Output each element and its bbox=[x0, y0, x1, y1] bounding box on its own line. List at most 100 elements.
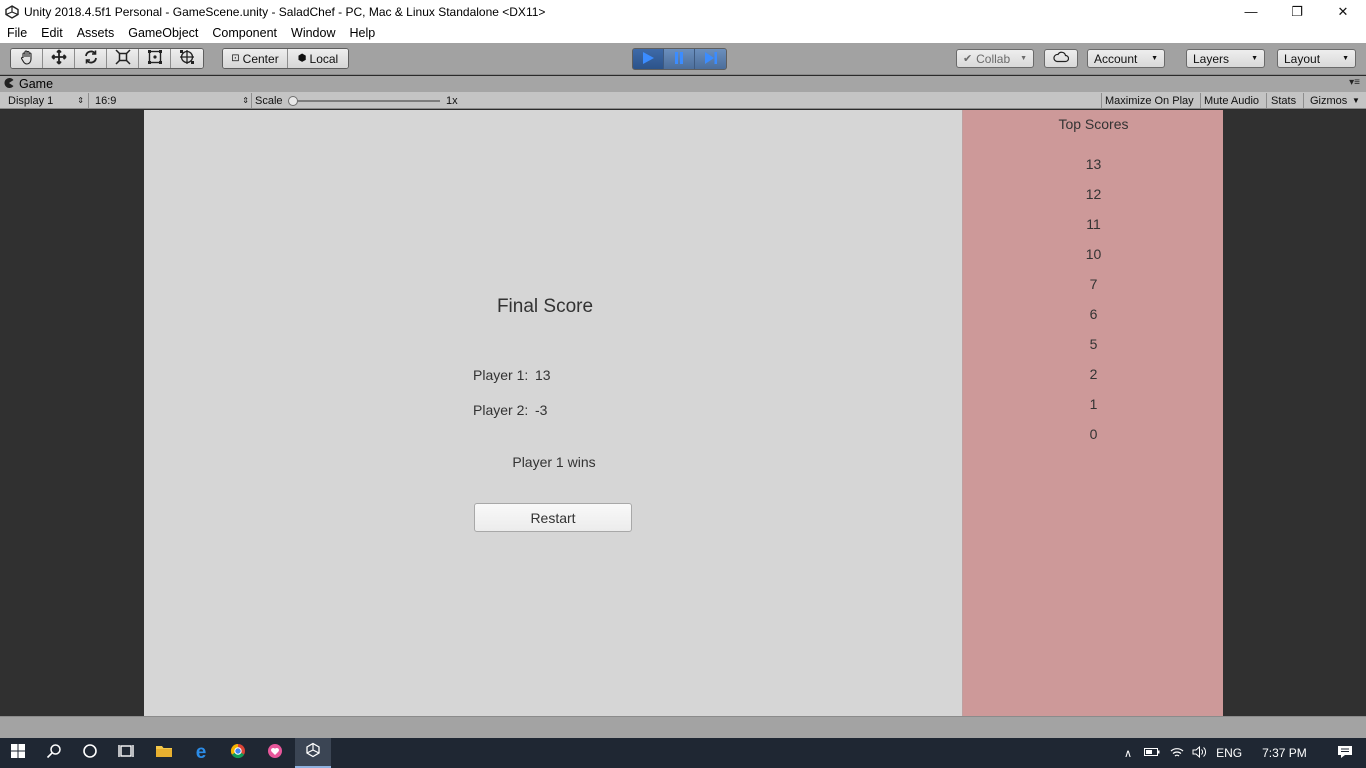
menu-bar: File Edit Assets GameObject Component Wi… bbox=[0, 23, 1366, 43]
collab-dropdown[interactable]: ✔ Collab ▼ bbox=[956, 49, 1034, 68]
file-explorer-button[interactable] bbox=[146, 738, 182, 768]
menu-component[interactable]: Component bbox=[205, 23, 284, 43]
combined-transform-icon bbox=[179, 49, 195, 68]
close-button[interactable]: ✕ bbox=[1320, 0, 1366, 23]
scale-slider-handle[interactable] bbox=[288, 96, 298, 106]
scale-slider-track[interactable] bbox=[292, 100, 440, 102]
player2-score: -3 bbox=[535, 402, 548, 418]
updown-arrows-icon: ⇕ bbox=[77, 96, 84, 105]
edge-browser-button[interactable]: e bbox=[183, 738, 219, 768]
maximize-on-play-toggle[interactable]: Maximize On Play bbox=[1105, 92, 1194, 109]
cortana-button[interactable] bbox=[72, 738, 108, 768]
gizmos-caret-icon[interactable]: ▼ bbox=[1352, 92, 1360, 109]
caret-down-icon: ▼ bbox=[1251, 55, 1258, 62]
final-score-title: Final Score bbox=[496, 296, 594, 317]
menu-file[interactable]: File bbox=[0, 23, 34, 43]
scale-icon bbox=[114, 49, 131, 68]
aspect-label: 16:9 bbox=[95, 94, 117, 107]
folder-icon bbox=[155, 743, 173, 764]
pause-button[interactable] bbox=[664, 49, 695, 69]
score-item: 0 bbox=[1089, 426, 1098, 442]
battery-icon[interactable] bbox=[1144, 746, 1160, 760]
game-controller-icon bbox=[4, 77, 14, 91]
score-item: 11 bbox=[1086, 216, 1101, 232]
menu-help[interactable]: Help bbox=[342, 23, 382, 43]
updown-arrows-icon: ⇕ bbox=[242, 96, 249, 105]
menu-window[interactable]: Window bbox=[284, 23, 342, 43]
cloud-button[interactable] bbox=[1044, 49, 1078, 68]
status-bar bbox=[0, 716, 1366, 738]
windows-taskbar: e ∧ ENG 7:37 PM bbox=[0, 738, 1366, 768]
menu-assets[interactable]: Assets bbox=[70, 23, 122, 43]
panel-menu-icon[interactable]: ▾≡ bbox=[1349, 77, 1360, 88]
volume-icon[interactable] bbox=[1192, 745, 1207, 761]
score-item: 7 bbox=[1089, 276, 1098, 292]
score-item: 13 bbox=[1085, 156, 1102, 172]
top-scores-list: 13 12 11 10 7 6 5 2 1 0 bbox=[963, 156, 1224, 456]
score-item: 10 bbox=[1085, 246, 1102, 262]
app-heart-button[interactable] bbox=[257, 738, 293, 768]
game-tab-bar: Game ▾≡ bbox=[0, 76, 1366, 92]
pivot-icon: ⊡ bbox=[231, 53, 240, 64]
scale-tool-button[interactable] bbox=[107, 49, 139, 68]
move-tool-button[interactable] bbox=[43, 49, 75, 68]
play-button[interactable] bbox=[633, 49, 664, 69]
scale-label: Scale bbox=[255, 94, 283, 107]
step-button[interactable] bbox=[695, 49, 726, 69]
display-dropdown[interactable]: Display 1 ⇕ bbox=[8, 92, 84, 109]
score-item: 5 bbox=[1089, 336, 1098, 352]
playback-controls bbox=[632, 48, 727, 70]
layout-dropdown[interactable]: Layout ▼ bbox=[1277, 49, 1356, 68]
system-tray: ∧ ENG 7:37 PM bbox=[1124, 738, 1353, 768]
top-scores-title: Top Scores bbox=[1058, 116, 1129, 132]
restart-button[interactable]: Restart bbox=[474, 503, 632, 532]
hand-tool-button[interactable] bbox=[11, 49, 43, 68]
minimize-button[interactable]: — bbox=[1228, 0, 1274, 23]
cloud-icon bbox=[1053, 51, 1070, 66]
chevron-up-icon[interactable]: ∧ bbox=[1124, 747, 1132, 760]
transform-tool-button[interactable] bbox=[171, 49, 203, 68]
score-item: 6 bbox=[1089, 306, 1098, 322]
tab-game-label: Game bbox=[19, 77, 54, 91]
account-dropdown[interactable]: Account ▼ bbox=[1087, 49, 1165, 68]
gizmos-toggle[interactable]: Gizmos bbox=[1310, 92, 1347, 109]
menu-gameobject[interactable]: GameObject bbox=[121, 23, 205, 43]
edge-icon: e bbox=[195, 742, 207, 763]
restore-button[interactable]: ❐ bbox=[1274, 0, 1320, 23]
scale-value: 1x bbox=[446, 94, 458, 107]
stats-toggle[interactable]: Stats bbox=[1271, 92, 1296, 109]
layers-dropdown[interactable]: Layers ▼ bbox=[1186, 49, 1265, 68]
rotate-tool-button[interactable] bbox=[75, 49, 107, 68]
score-item: 1 bbox=[1089, 396, 1098, 412]
caret-down-icon: ▼ bbox=[1020, 55, 1027, 62]
transform-tools bbox=[10, 48, 204, 69]
clock[interactable]: 7:37 PM bbox=[1262, 746, 1307, 760]
score-item: 12 bbox=[1085, 186, 1102, 202]
collab-label: Collab bbox=[976, 51, 1011, 66]
account-label: Account bbox=[1094, 51, 1138, 66]
rect-tool-button[interactable] bbox=[139, 49, 171, 68]
menu-edit[interactable]: Edit bbox=[34, 23, 70, 43]
search-button[interactable] bbox=[36, 738, 72, 768]
aspect-dropdown[interactable]: 16:9 ⇕ bbox=[95, 92, 249, 109]
chrome-button[interactable] bbox=[220, 738, 256, 768]
task-view-button[interactable] bbox=[108, 738, 144, 768]
step-icon bbox=[704, 51, 718, 68]
space-local-button[interactable]: ⬢ Local bbox=[288, 49, 348, 68]
caret-down-icon: ▼ bbox=[1151, 55, 1158, 62]
tab-game[interactable]: Game bbox=[4, 76, 53, 92]
start-button[interactable] bbox=[0, 738, 36, 768]
notification-icon[interactable] bbox=[1337, 745, 1353, 762]
player1-label: Player 1: bbox=[473, 367, 529, 383]
language-indicator[interactable]: ENG bbox=[1216, 746, 1242, 760]
final-score-panel: Final Score Player 1: 13 Player 2: -3 Pl… bbox=[144, 110, 962, 716]
play-icon bbox=[641, 51, 655, 68]
top-scores-panel: Top Scores 13 12 11 10 7 6 5 2 1 0 bbox=[962, 110, 1223, 716]
caret-down-icon: ▼ bbox=[1342, 55, 1349, 62]
mute-audio-toggle[interactable]: Mute Audio bbox=[1204, 92, 1259, 109]
unity-taskbar-button[interactable] bbox=[295, 738, 331, 768]
wifi-icon[interactable] bbox=[1170, 746, 1184, 761]
player2-label: Player 2: bbox=[473, 402, 529, 418]
pivot-center-button[interactable]: ⊡ Center bbox=[223, 49, 288, 68]
move-arrows-icon bbox=[50, 49, 67, 68]
